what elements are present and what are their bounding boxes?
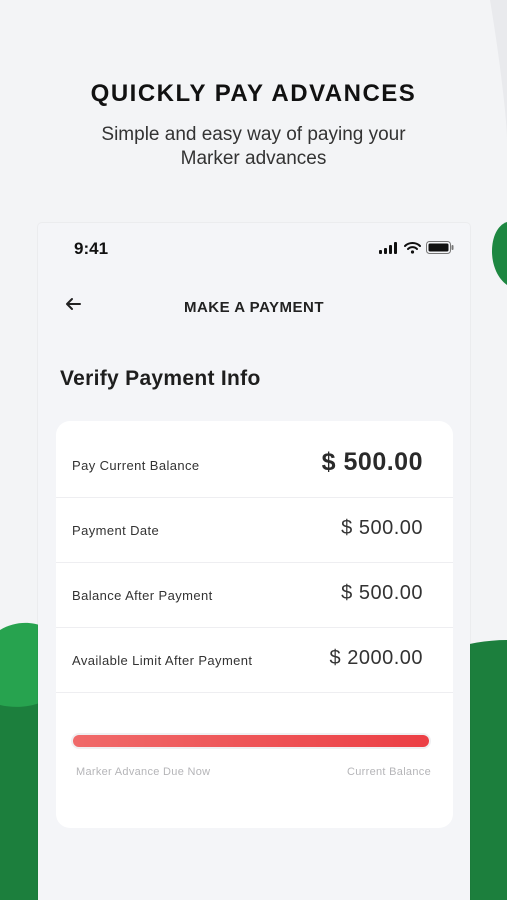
promo-headline: QUICKLY PAY ADVANCES [90, 80, 417, 107]
row-label: Available Limit After Payment [72, 653, 253, 668]
row-value: $ 500.00 [321, 448, 423, 476]
payment-card: Pay Current Balance $ 500.00 Payment Dat… [56, 421, 453, 828]
progress-left-caption: Marker Advance Due Now [76, 766, 211, 778]
row-available-limit: Available Limit After Payment $ 2000.00 [56, 628, 453, 693]
row-pay-current-balance: Pay Current Balance $ 500.00 [56, 431, 453, 498]
page-title: MAKE A PAYMENT [183, 299, 325, 316]
row-label: Pay Current Balance [72, 458, 200, 473]
status-time: 9:41 [74, 239, 109, 258]
row-label: Payment Date [72, 523, 160, 538]
row-value: $ 500.00 [341, 517, 423, 539]
row-value: $ 500.00 [341, 582, 423, 604]
row-balance-after-payment: Balance After Payment $ 500.00 [56, 563, 453, 628]
progress-right-caption: Current Balance [347, 766, 431, 778]
progress-bar [71, 733, 431, 749]
row-label: Balance After Payment [72, 588, 213, 603]
wifi-icon [404, 241, 421, 254]
progress-bar-fill [73, 735, 429, 747]
phone-screen: 9:41 MAKE A PAYMENT Verify Payment Info … [38, 223, 470, 900]
promo-subline: Simple and easy way of paying your Marke… [101, 124, 406, 169]
battery-icon [426, 241, 454, 254]
row-payment-date: Payment Date $ 500.00 [56, 498, 453, 563]
status-icons [379, 241, 454, 254]
row-value: $ 2000.00 [329, 647, 423, 669]
section-title: Verify Payment Info [60, 367, 261, 390]
signal-icon [379, 241, 397, 254]
